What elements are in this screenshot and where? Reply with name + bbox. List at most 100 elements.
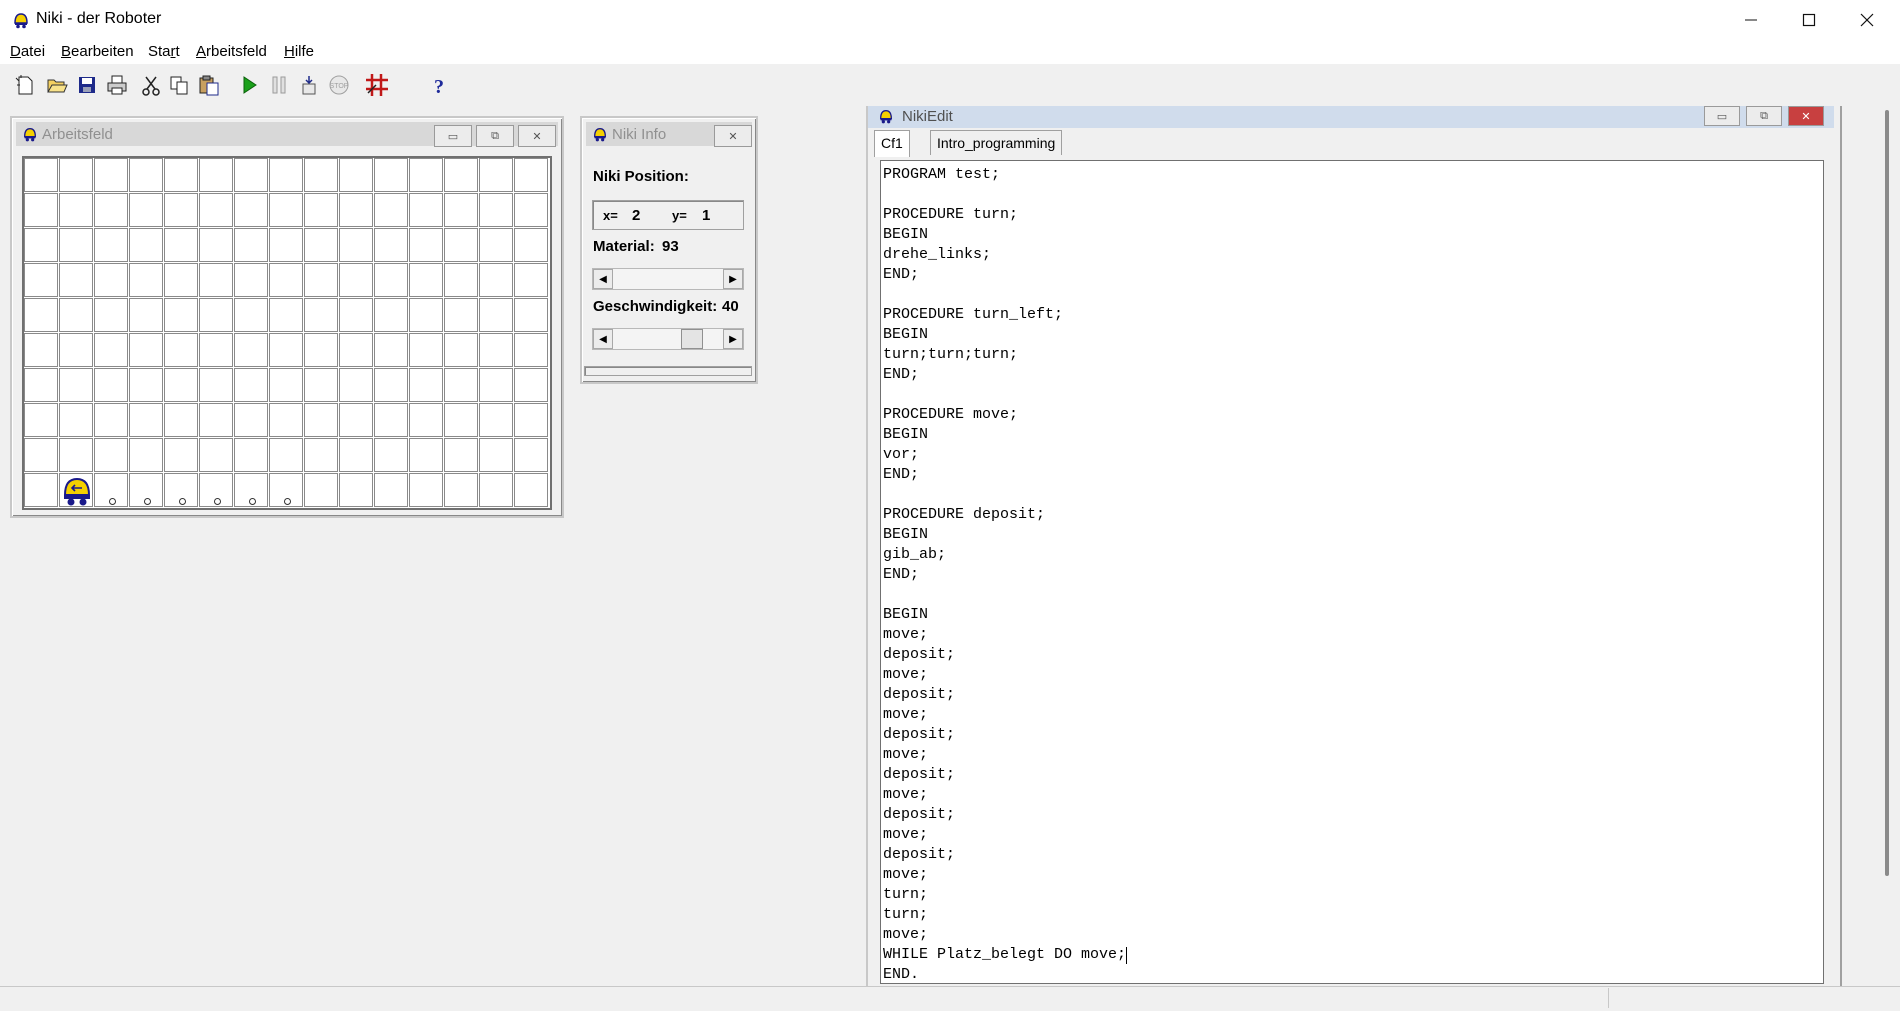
scrollbar-thumb[interactable]: [1885, 110, 1889, 876]
grid-cell[interactable]: [304, 438, 338, 472]
grid-cell[interactable]: [59, 263, 93, 297]
grid-cell[interactable]: [444, 473, 478, 507]
help-icon[interactable]: ?: [426, 72, 452, 98]
grid-cell[interactable]: [304, 368, 338, 402]
grid-cell[interactable]: [129, 333, 163, 367]
menu-start[interactable]: Start: [148, 43, 180, 60]
code-line[interactable]: move;: [883, 825, 928, 845]
grid-cell[interactable]: [479, 158, 513, 192]
grid-cell[interactable]: [444, 193, 478, 227]
grid-cell[interactable]: [269, 403, 303, 437]
code-line[interactable]: PROCEDURE turn_left;: [883, 305, 1063, 325]
grid-cell[interactable]: [479, 438, 513, 472]
grid-cell[interactable]: [514, 368, 548, 402]
grid-cell[interactable]: [374, 333, 408, 367]
grid-cell[interactable]: [94, 193, 128, 227]
grid-cell[interactable]: [129, 158, 163, 192]
grid-cell[interactable]: [164, 333, 198, 367]
grid-cell[interactable]: [94, 228, 128, 262]
grid-cell[interactable]: [514, 333, 548, 367]
code-line[interactable]: deposit;: [883, 845, 955, 865]
grid-cell[interactable]: [409, 298, 443, 332]
code-line[interactable]: move;: [883, 785, 928, 805]
code-line[interactable]: deposit;: [883, 685, 955, 705]
grid-cell[interactable]: [129, 298, 163, 332]
grid-cell[interactable]: [164, 263, 198, 297]
grid-cell[interactable]: [59, 158, 93, 192]
grid-cell[interactable]: [409, 158, 443, 192]
menu-hilfe[interactable]: Hilfe: [284, 43, 314, 60]
minimize-icon[interactable]: ▭: [1704, 106, 1740, 126]
grid-cell[interactable]: [59, 193, 93, 227]
grid-cell[interactable]: [164, 193, 198, 227]
grid-cell[interactable]: [444, 298, 478, 332]
minimize-icon[interactable]: ▭: [434, 125, 472, 147]
grid-cell[interactable]: [374, 298, 408, 332]
grid-cell[interactable]: [409, 333, 443, 367]
grid-cell[interactable]: [164, 298, 198, 332]
grid-icon[interactable]: [364, 72, 390, 98]
grid-cell[interactable]: [129, 193, 163, 227]
grid-cell[interactable]: [269, 193, 303, 227]
grid-cell[interactable]: [304, 333, 338, 367]
grid-cell[interactable]: [479, 333, 513, 367]
scroll-right-icon[interactable]: ▶: [723, 329, 743, 349]
code-line[interactable]: BEGIN: [883, 225, 928, 245]
grid-cell[interactable]: [164, 368, 198, 402]
grid-cell[interactable]: [24, 368, 58, 402]
code-line[interactable]: deposit;: [883, 725, 955, 745]
grid-cell[interactable]: [94, 263, 128, 297]
paste-icon[interactable]: [196, 72, 222, 98]
grid-cell[interactable]: [339, 193, 373, 227]
code-line[interactable]: move;: [883, 925, 928, 945]
scroll-left-icon[interactable]: ◀: [593, 269, 613, 289]
grid-cell[interactable]: [129, 228, 163, 262]
grid-cell[interactable]: [164, 403, 198, 437]
grid-cell[interactable]: [24, 473, 58, 507]
new-icon[interactable]: [12, 72, 38, 98]
cut-icon[interactable]: [138, 72, 164, 98]
grid-cell[interactable]: [234, 368, 268, 402]
grid-cell[interactable]: [514, 298, 548, 332]
grid-cell[interactable]: [339, 438, 373, 472]
grid-cell[interactable]: [514, 438, 548, 472]
grid-cell[interactable]: [374, 403, 408, 437]
code-editor[interactable]: PROGRAM test; PROCEDURE turn; BEGIN drehe_l…: [880, 160, 1824, 984]
code-line[interactable]: BEGIN: [883, 605, 928, 625]
grid-cell[interactable]: [24, 403, 58, 437]
code-line[interactable]: PROGRAM test;: [883, 165, 1000, 185]
grid-cell[interactable]: [129, 403, 163, 437]
grid-cell[interactable]: [24, 158, 58, 192]
code-line[interactable]: PROCEDURE turn;: [883, 205, 1018, 225]
grid-cell[interactable]: [234, 228, 268, 262]
grid-cell[interactable]: [269, 263, 303, 297]
grid-cell[interactable]: [444, 403, 478, 437]
grid-cell[interactable]: [199, 438, 233, 472]
restore-icon[interactable]: ⧉: [476, 125, 514, 147]
grid-cell[interactable]: [304, 473, 338, 507]
menu-datei[interactable]: Datei: [10, 43, 45, 60]
grid-cell[interactable]: [304, 158, 338, 192]
close-icon[interactable]: [1838, 0, 1896, 40]
grid-cell[interactable]: [514, 473, 548, 507]
grid-cell[interactable]: [59, 368, 93, 402]
grid-cell[interactable]: [129, 438, 163, 472]
tab-intro-programming[interactable]: Intro_programming: [930, 130, 1063, 155]
code-line[interactable]: move;: [883, 705, 928, 725]
grid-cell[interactable]: [304, 298, 338, 332]
restore-icon[interactable]: ⧉: [1746, 106, 1782, 126]
grid-cell[interactable]: [269, 438, 303, 472]
grid-cell[interactable]: [59, 298, 93, 332]
grid-cell[interactable]: [479, 298, 513, 332]
print-icon[interactable]: [104, 72, 130, 98]
grid-cell[interactable]: [234, 263, 268, 297]
grid-cell[interactable]: [409, 263, 443, 297]
grid-cell[interactable]: [59, 333, 93, 367]
code-line[interactable]: turn;turn;turn;: [883, 345, 1018, 365]
grid-cell[interactable]: [164, 228, 198, 262]
grid-cell[interactable]: [24, 438, 58, 472]
grid-cell[interactable]: [199, 368, 233, 402]
grid-cell[interactable]: [444, 228, 478, 262]
code-line[interactable]: BEGIN: [883, 325, 928, 345]
grid-cell[interactable]: [234, 298, 268, 332]
